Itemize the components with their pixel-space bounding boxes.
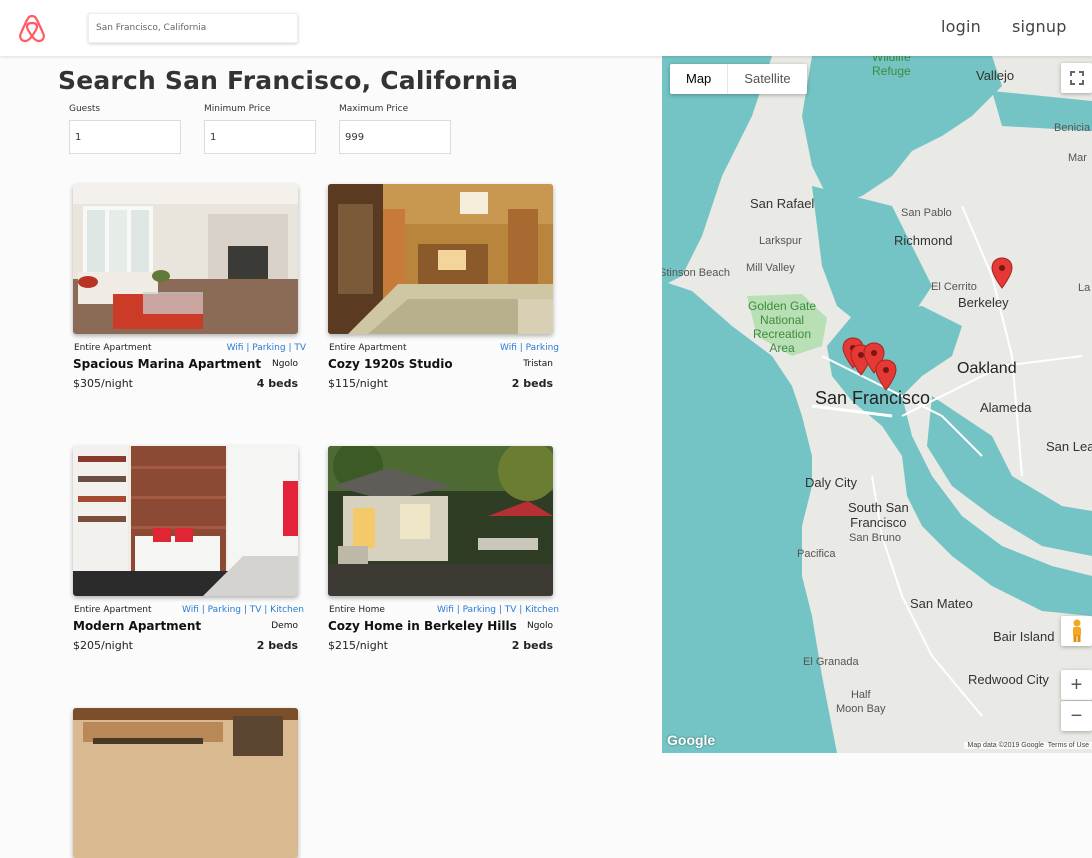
airbnb-logo-icon[interactable] xyxy=(16,12,48,44)
terms-link[interactable]: Terms of Use xyxy=(1048,742,1089,749)
listing-host: Ngolo xyxy=(272,359,298,369)
map-label-redwood-city: Redwood City xyxy=(968,672,1049,687)
max-price-input[interactable] xyxy=(339,120,451,154)
map-data-text: Map data ©2019 Google xyxy=(967,742,1044,749)
listing-type: Entire Apartment xyxy=(74,343,152,353)
listing-card[interactable] xyxy=(73,708,306,858)
listing-beds: 4 beds xyxy=(256,377,298,390)
signup-link[interactable]: signup xyxy=(1012,17,1067,36)
listing-name[interactable]: Spacious Marina Apartment xyxy=(73,357,261,371)
map-label-lafayette: La xyxy=(1078,282,1091,294)
listing-beds: 2 beds xyxy=(511,639,553,652)
map-label-martinez: Mar xyxy=(1068,152,1087,164)
listing-price: $115/night xyxy=(328,377,388,390)
google-logo: Google xyxy=(667,732,716,748)
map-label-daly-city: Daly City xyxy=(805,475,858,490)
listing-beds: 2 beds xyxy=(511,377,553,390)
map-label-el-cerrito: El Cerrito xyxy=(931,281,977,293)
guests-label: Guests xyxy=(69,104,101,114)
listing-amenities: Wifi | Parking | TV | Kitchen xyxy=(182,605,304,615)
map-label-alameda: Alameda xyxy=(980,400,1032,415)
map-label-san-francisco: San Francisco xyxy=(815,388,931,408)
map-label-berkeley: Berkeley xyxy=(958,295,1009,310)
listing-card[interactable]: Entire Home Wifi | Parking | TV | Kitche… xyxy=(328,446,561,652)
listing-photo[interactable] xyxy=(328,184,553,334)
listing-type: Entire Apartment xyxy=(329,343,407,353)
listing-host: Tristan xyxy=(523,359,553,369)
fullscreen-icon[interactable] xyxy=(1061,63,1092,93)
map-label-bair-island: Bair Island xyxy=(993,629,1055,644)
map-label-san-leandro: San Lean xyxy=(1046,439,1092,454)
listing-name[interactable]: Cozy 1920s Studio xyxy=(328,357,453,371)
listing-amenities: Wifi | Parking | TV xyxy=(226,343,306,353)
map-type-satellite-button[interactable]: Satellite xyxy=(728,64,806,94)
map-label-larkspur: Larkspur xyxy=(759,235,802,247)
listing-host: Ngolo xyxy=(527,621,553,631)
listing-card[interactable]: Entire Apartment Wifi | Parking | TV | K… xyxy=(73,446,306,652)
max-price-label: Maximum Price xyxy=(339,104,409,114)
top-nav-bar: login signup xyxy=(0,0,1092,56)
listing-photo[interactable] xyxy=(73,708,298,858)
listing-photo[interactable] xyxy=(73,446,298,596)
min-price-filter: Minimum Price xyxy=(204,104,316,154)
min-price-input[interactable] xyxy=(204,120,316,154)
map-label-san-mateo: San Mateo xyxy=(910,596,973,611)
map-label-san-rafael: San Rafael xyxy=(750,196,815,211)
zoom-out-icon[interactable]: − xyxy=(1061,701,1092,731)
page-title: Search San Francisco, California xyxy=(58,66,519,95)
map-type-toggle: Map Satellite xyxy=(670,64,807,94)
map-label-stinson-beach: Stinson Beach xyxy=(662,267,730,279)
listing-photo[interactable] xyxy=(328,446,553,596)
map-label-half-moon-bay: Half Moon Bay xyxy=(836,689,886,715)
street-view-pegman-icon[interactable] xyxy=(1061,616,1092,646)
map-label-benicia: Benicia xyxy=(1054,122,1091,134)
listing-price: $205/night xyxy=(73,639,133,652)
listing-type: Entire Apartment xyxy=(74,605,152,615)
listing-beds: 2 beds xyxy=(256,639,298,652)
guests-filter: Guests xyxy=(69,104,181,154)
map-label-el-granada: El Granada xyxy=(803,656,859,668)
listing-amenities: Wifi | Parking xyxy=(500,343,559,353)
map-label-mill-valley: Mill Valley xyxy=(746,262,795,274)
map-attribution: Map data ©2019 Google Terms of Use xyxy=(964,742,1092,749)
min-price-label: Minimum Price xyxy=(204,104,271,114)
listing-amenities: Wifi | Parking | TV | Kitchen xyxy=(437,605,559,615)
map-label-san-bruno: San Bruno xyxy=(849,532,901,544)
listing-price: $215/night xyxy=(328,639,388,652)
login-link[interactable]: login xyxy=(941,17,981,36)
listing-photo[interactable] xyxy=(73,184,298,334)
listing-host: Demo xyxy=(271,621,298,631)
listing-type: Entire Home xyxy=(329,605,385,615)
listing-card[interactable]: Entire Apartment Wifi | Parking | TV Spa… xyxy=(73,184,306,390)
listing-name[interactable]: Cozy Home in Berkeley Hills xyxy=(328,619,517,633)
map-pin-icon[interactable] xyxy=(991,257,1013,289)
map-panel[interactable]: Wildlife Refuge Vallejo Benicia Mar San R… xyxy=(662,56,1092,753)
location-search-input[interactable] xyxy=(88,13,298,43)
map-label-vallejo: Vallejo xyxy=(976,68,1015,83)
search-results-panel: Search San Francisco, California Guests … xyxy=(0,56,662,858)
map-label-pacifica: Pacifica xyxy=(797,548,836,560)
max-price-filter: Maximum Price xyxy=(339,104,451,154)
zoom-in-icon[interactable]: + xyxy=(1061,670,1092,700)
listing-card[interactable]: Entire Apartment Wifi | Parking Cozy 192… xyxy=(328,184,561,390)
map-label-wildlife-refuge: Wildlife Refuge xyxy=(872,56,911,78)
listing-name[interactable]: Modern Apartment xyxy=(73,619,201,633)
guests-input[interactable] xyxy=(69,120,181,154)
map-label-oakland: Oakland xyxy=(957,360,1017,377)
map-label-golden-gate: Golden Gate National Recreation Area xyxy=(748,299,817,355)
listing-price: $305/night xyxy=(73,377,133,390)
map-type-map-button[interactable]: Map xyxy=(670,64,729,94)
map-label-south-san-francisco: South San Francisco xyxy=(848,500,909,530)
map-pin-icon[interactable] xyxy=(875,359,897,391)
map-label-richmond: Richmond xyxy=(894,233,953,248)
map-label-san-pablo: San Pablo xyxy=(901,207,952,219)
